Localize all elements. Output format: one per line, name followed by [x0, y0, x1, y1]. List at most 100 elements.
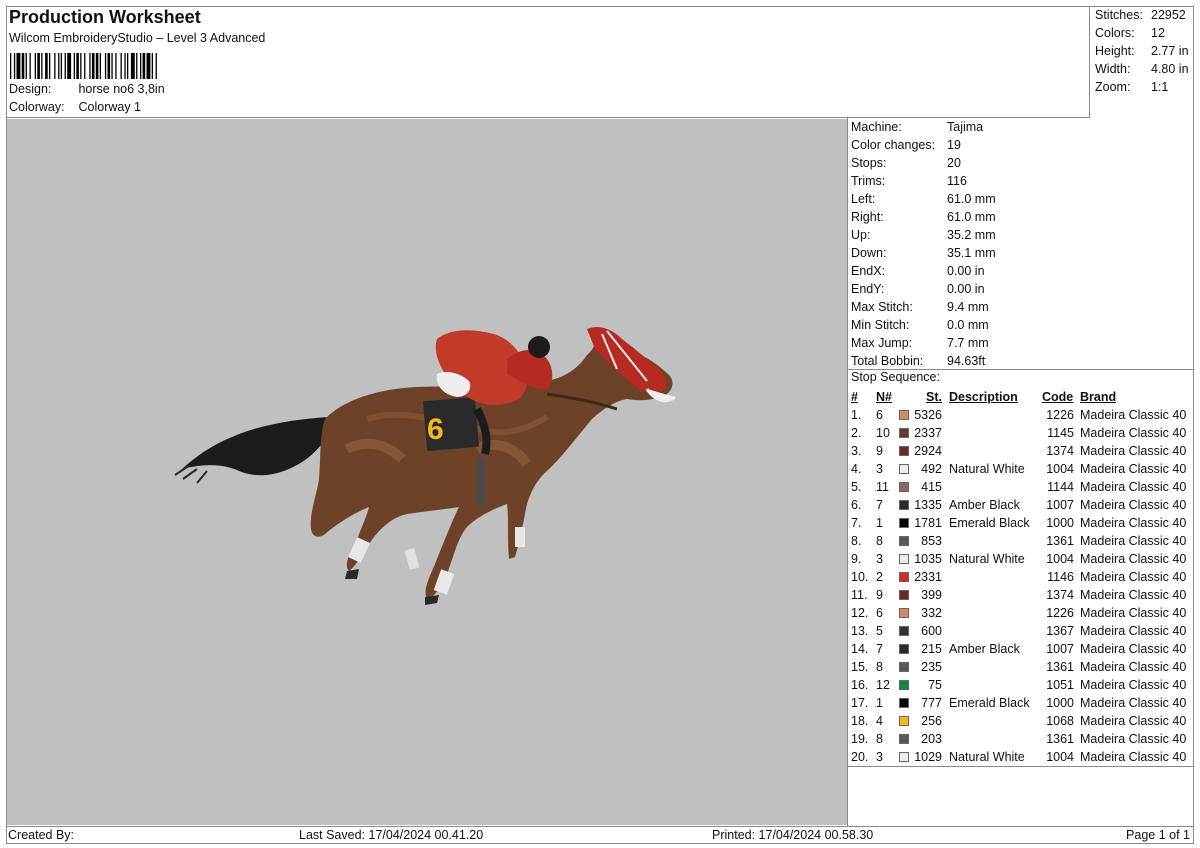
thread-brand: Madeira Classic 40 — [1080, 408, 1187, 422]
stitch-count: 235 — [921, 660, 942, 674]
col-header-st: St. — [926, 390, 942, 404]
table-row: 5. 11 415 1144 Madeira Classic 40 — [848, 478, 1194, 496]
stitch-count: 1335 — [914, 498, 942, 512]
stitch-count: 1035 — [914, 552, 942, 566]
machine-row: Color changes: 19 — [851, 136, 961, 154]
machine-value: 116 — [947, 174, 967, 188]
stat-colors: Colors: 12 — [1090, 24, 1194, 42]
row-index: 7. — [851, 516, 862, 530]
thread-code: 1374 — [1046, 588, 1074, 602]
needle-number: 12 — [876, 678, 890, 692]
thread-description: Amber Black — [949, 642, 1020, 656]
needle-number: 2 — [876, 570, 883, 584]
row-index: 13. — [851, 624, 869, 638]
machine-row: Total Bobbin: 94.63ft — [851, 352, 985, 370]
machine-value: 7.7 mm — [947, 336, 989, 350]
table-row: 16. 12 75 1051 Madeira Classic 40 — [848, 676, 1194, 694]
needle-number: 6 — [876, 408, 883, 422]
machine-value: 20 — [947, 156, 961, 170]
stitch-count: 492 — [921, 462, 942, 476]
machine-value: 9.4 mm — [947, 300, 989, 314]
machine-value: 94.63ft — [947, 354, 986, 368]
saddle-number: 6 — [427, 413, 444, 446]
table-row: 1. 6 5326 1226 Madeira Classic 40 — [848, 406, 1194, 424]
thread-code: 1000 — [1046, 516, 1074, 530]
stat-label: Zoom: — [1095, 80, 1131, 94]
stop-sequence-title: Stop Sequence: — [851, 370, 940, 384]
stitch-count: 853 — [921, 534, 942, 548]
row-index: 8. — [851, 534, 862, 548]
row-index: 10. — [851, 570, 869, 584]
thread-brand: Madeira Classic 40 — [1080, 624, 1187, 638]
stitch-count: 777 — [921, 696, 942, 710]
thread-code: 1226 — [1046, 606, 1074, 620]
thread-description: Amber Black — [949, 498, 1020, 512]
row-index: 2. — [851, 426, 862, 440]
machine-row: Right: 61.0 mm — [851, 208, 996, 226]
machine-label: Trims: — [851, 174, 886, 188]
stitch-count: 600 — [921, 624, 942, 638]
stitch-count: 75 — [928, 678, 942, 692]
thread-code: 1144 — [1047, 480, 1074, 494]
row-index: 18. — [851, 714, 869, 728]
thread-code: 1146 — [1047, 570, 1074, 584]
thread-brand: Madeira Classic 40 — [1080, 732, 1187, 746]
design-preview[interactable]: 6 — [7, 119, 847, 825]
table-row: 10. 2 2331 1146 Madeira Classic 40 — [848, 568, 1194, 586]
table-row: 11. 9 399 1374 Madeira Classic 40 — [848, 586, 1194, 604]
machine-value: 35.2 mm — [947, 228, 996, 242]
stitch-count: 415 — [921, 480, 942, 494]
machine-row: Stops: 20 — [851, 154, 961, 172]
needle-number: 3 — [876, 462, 883, 476]
machine-label: Stops: — [851, 156, 887, 170]
worksheet-header: Production Worksheet Wilcom EmbroiderySt… — [6, 6, 1090, 118]
machine-label: Left: — [851, 192, 876, 206]
thread-code: 1374 — [1046, 444, 1074, 458]
table-row: 3. 9 2924 1374 Madeira Classic 40 — [848, 442, 1194, 460]
embroidery-horse-image: 6 — [174, 327, 676, 605]
thread-brand: Madeira Classic 40 — [1080, 588, 1187, 602]
thread-brand: Madeira Classic 40 — [1080, 498, 1187, 512]
machine-label: Machine: — [851, 120, 902, 134]
col-header-description: Description — [949, 390, 1018, 404]
stitch-count: 1029 — [914, 750, 942, 764]
row-index: 15. — [851, 660, 869, 674]
design-label: Design: — [9, 82, 52, 96]
thread-code: 1000 — [1046, 696, 1074, 710]
machine-row: Down: 35.1 mm — [851, 244, 996, 262]
thread-code: 1004 — [1046, 462, 1074, 476]
machine-label: Down: — [851, 246, 887, 260]
table-row: 7. 1 1781 Emerald Black 1000 Madeira Classic … — [848, 514, 1194, 532]
thread-brand: Madeira Classic 40 — [1080, 696, 1187, 710]
thread-brand: Madeira Classic 40 — [1080, 606, 1187, 620]
row-index: 6. — [851, 498, 862, 512]
machine-value: 0.0 mm — [947, 318, 989, 332]
thread-brand: Madeira Classic 40 — [1080, 750, 1187, 764]
divider — [848, 766, 1194, 767]
thread-code: 1007 — [1046, 498, 1074, 512]
table-row: 15. 8 235 1361 Madeira Classic 40 — [848, 658, 1194, 676]
thread-code: 1051 — [1046, 678, 1074, 692]
stitch-count: 2924 — [914, 444, 942, 458]
stat-label: Colors: — [1095, 26, 1135, 40]
thread-brand: Madeira Classic 40 — [1080, 552, 1187, 566]
stitch-count: 215 — [921, 642, 942, 656]
table-row: 9. 3 1035 Natural White 1004 Madeira Classic … — [848, 550, 1194, 568]
stat-label: Stitches: — [1095, 8, 1143, 22]
machine-label: Max Stitch: — [851, 300, 913, 314]
machine-row: Max Stitch: 9.4 mm — [851, 298, 989, 316]
stitch-count: 2331 — [914, 570, 942, 584]
thread-code: 1361 — [1046, 732, 1074, 746]
page-number: Page 1 of 1 — [1126, 828, 1190, 842]
table-row: 19. 8 203 1361 Madeira Classic 40 — [848, 730, 1194, 748]
stat-value: 22952 — [1151, 8, 1186, 22]
app-subtitle: Wilcom EmbroideryStudio – Level 3 Advanc… — [9, 31, 266, 45]
thread-code: 1361 — [1046, 660, 1074, 674]
machine-value: 0.00 in — [947, 264, 985, 278]
machine-row: Up: 35.2 mm — [851, 226, 996, 244]
stitch-count: 203 — [921, 732, 942, 746]
colorway-label: Colorway: — [9, 100, 65, 114]
row-index: 5. — [851, 480, 862, 494]
last-saved: Last Saved: 17/04/2024 00.41.20 — [299, 828, 484, 842]
machine-row: Machine: Tajima — [851, 118, 983, 136]
